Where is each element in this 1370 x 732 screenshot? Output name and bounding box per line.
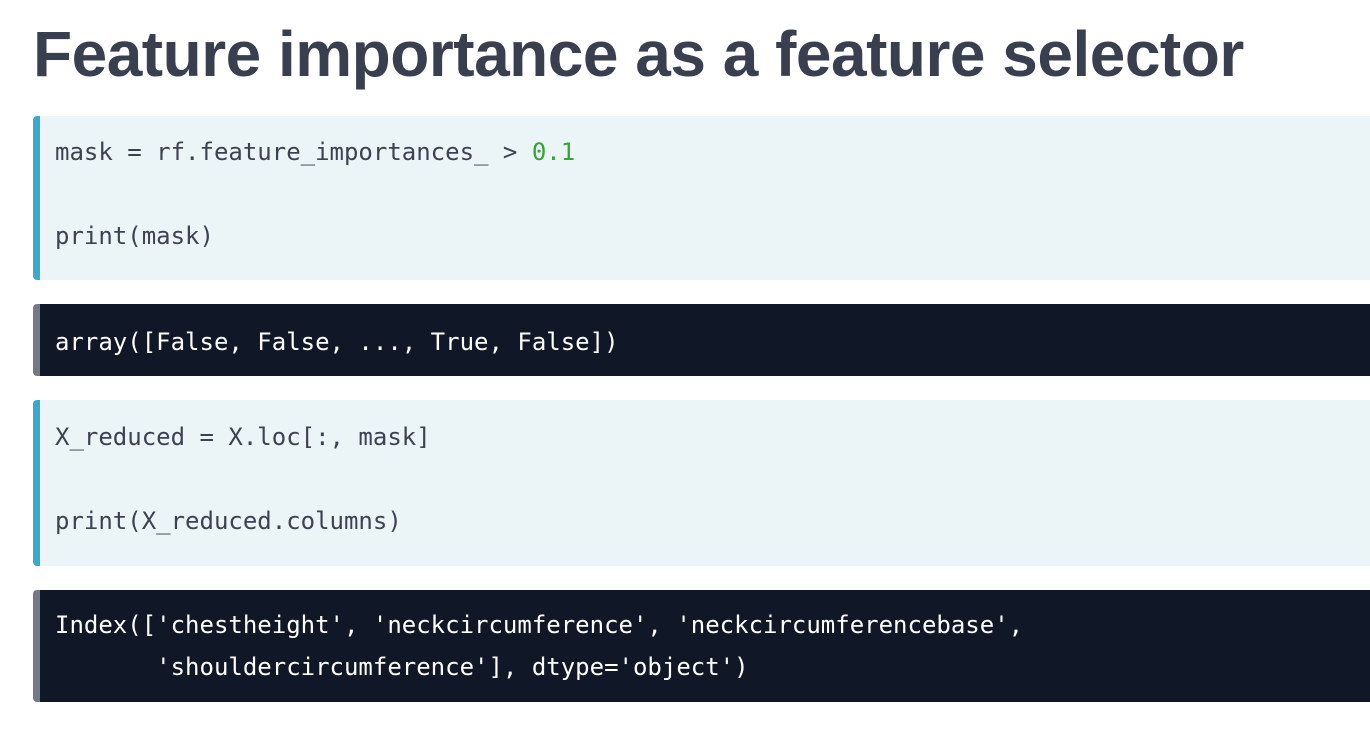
code-line: 'shouldercircumference'], dtype='object'…: [55, 651, 749, 683]
code-output-block-index: Index(['chestheight', 'neckcircumference…: [33, 590, 1370, 702]
code-text: mask = rf.feature_importances_ >: [55, 138, 532, 166]
code-text: X_reduced = X.loc[:, mask]: [55, 423, 431, 451]
code-line: X_reduced = X.loc[:, mask]: [55, 421, 431, 453]
code-line: Index(['chestheight', 'neckcircumference…: [55, 609, 1023, 641]
slide-title: Feature importance as a feature selector: [33, 18, 1244, 90]
code-text: print(mask): [55, 222, 214, 250]
code-text: print(X_reduced.columns): [55, 507, 402, 535]
code-line: mask = rf.feature_importances_ > 0.1: [55, 136, 575, 168]
code-line: print(mask): [55, 220, 214, 252]
code-text: array([False, False, ..., True, False]): [55, 328, 619, 356]
code-output-block-array: array([False, False, ..., True, False]): [33, 304, 1370, 376]
code-input-block-reduced: X_reduced = X.loc[:, mask] print(X_reduc…: [33, 400, 1370, 566]
code-text: 'shouldercircumference'], dtype='object'…: [55, 653, 749, 681]
number-literal: 0.1: [531, 138, 576, 166]
code-line: print(X_reduced.columns): [55, 505, 402, 537]
code-line: array([False, False, ..., True, False]): [55, 326, 619, 358]
code-text: Index(['chestheight', 'neckcircumference…: [55, 611, 1024, 639]
code-input-block-mask: mask = rf.feature_importances_ > 0.1 pri…: [33, 116, 1370, 280]
